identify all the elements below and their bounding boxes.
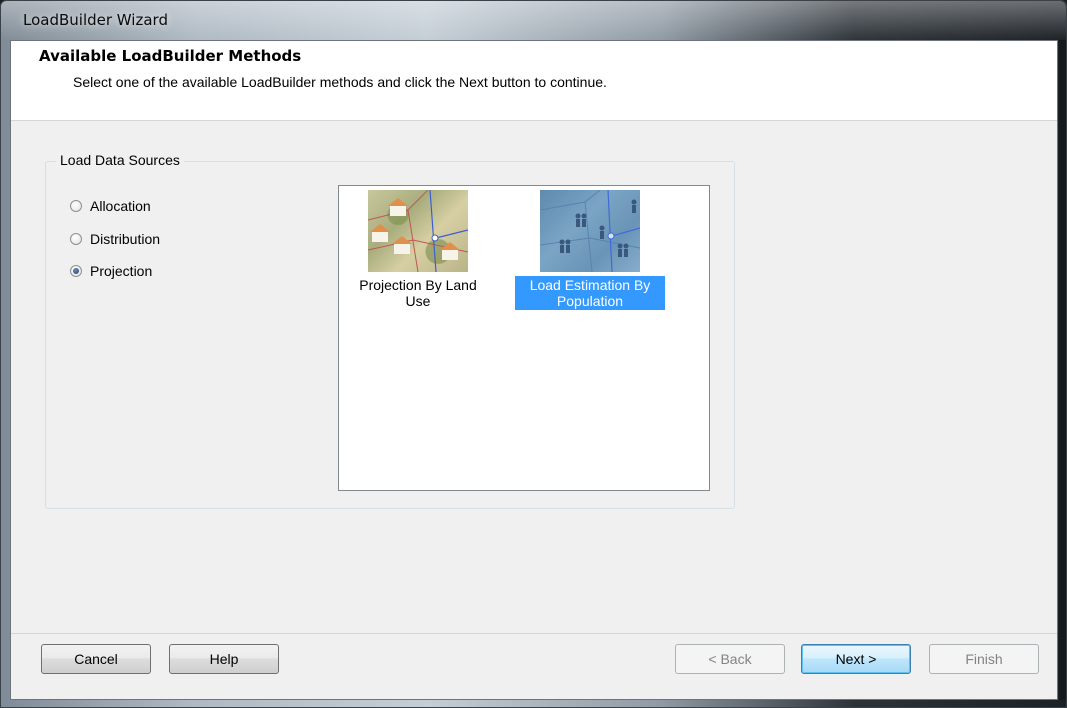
page-subtitle: Select one of the available LoadBuilder … — [73, 74, 607, 90]
radio-projection[interactable]: Projection — [70, 263, 152, 279]
list-item-label: Load Estimation By Population — [515, 276, 665, 310]
wizard-header: Available LoadBuilder Methods Select one… — [11, 41, 1057, 121]
list-item-projection-by-land-use[interactable]: Projection By Land Use — [339, 190, 497, 310]
radio-label: Distribution — [90, 231, 161, 247]
radio-distribution[interactable]: Distribution — [70, 231, 160, 247]
load-data-sources-group: Load Data Sources Allocation Distributio… — [45, 152, 735, 509]
list-item-label: Projection By Land Use — [359, 277, 477, 309]
window-border-right — [1059, 40, 1066, 700]
title-bar[interactable]: LoadBuilder Wizard — [1, 1, 1066, 39]
population-icon — [540, 190, 640, 272]
help-button[interactable]: Help — [169, 644, 279, 674]
finish-button[interactable]: Finish — [929, 644, 1039, 674]
methods-list-view[interactable]: Projection By Land Use Load Estimation B… — [338, 185, 710, 491]
radio-button-icon[interactable] — [70, 233, 82, 245]
wizard-client-area: Available LoadBuilder Methods Select one… — [10, 40, 1058, 700]
list-item-load-estimation-by-population[interactable]: Load Estimation By Population — [511, 190, 669, 310]
back-button[interactable]: < Back — [675, 644, 785, 674]
cancel-button[interactable]: Cancel — [41, 644, 151, 674]
page-title: Available LoadBuilder Methods — [39, 47, 302, 65]
radio-label: Projection — [90, 263, 153, 279]
radio-label: Allocation — [90, 198, 151, 214]
radio-button-icon[interactable] — [70, 200, 82, 212]
group-legend: Load Data Sources — [56, 152, 184, 168]
radio-allocation[interactable]: Allocation — [70, 198, 151, 214]
footer-divider — [11, 633, 1057, 634]
next-button[interactable]: Next > — [801, 644, 911, 674]
land-use-icon — [368, 190, 468, 272]
window-title: LoadBuilder Wizard — [23, 11, 168, 29]
radio-button-checked-icon[interactable] — [70, 265, 82, 277]
